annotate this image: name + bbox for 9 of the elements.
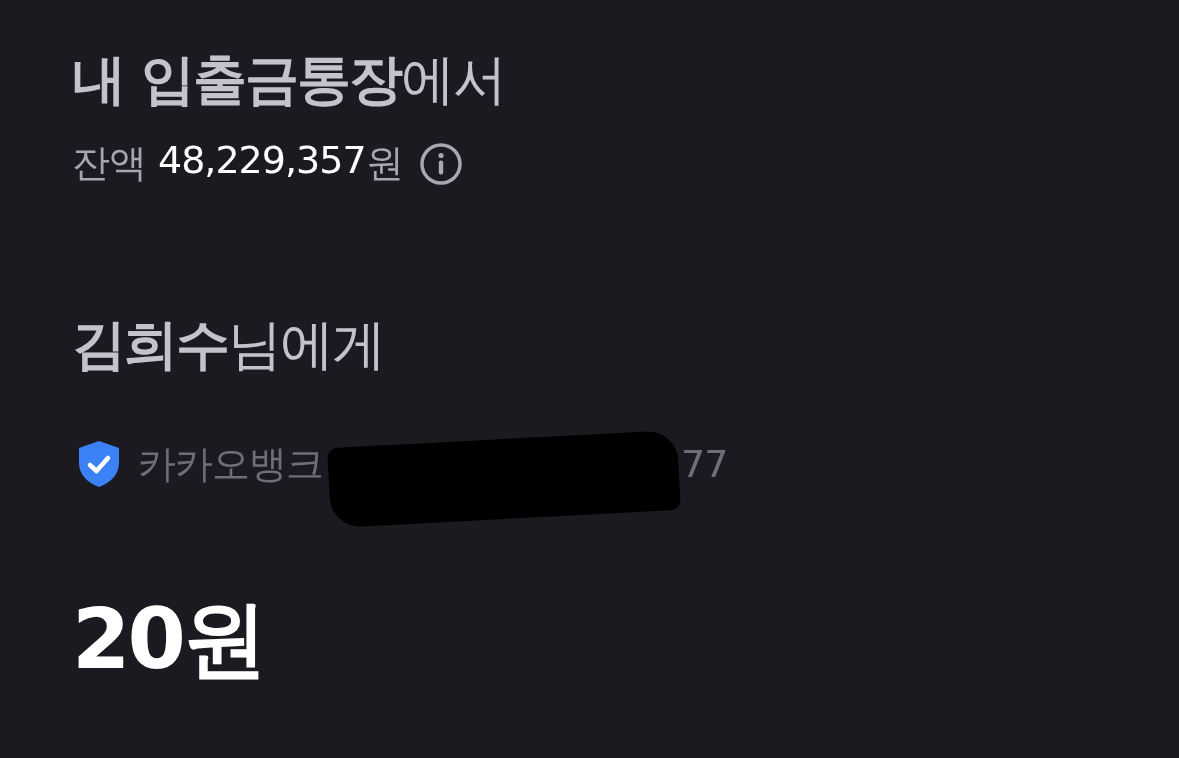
transfer-amount: 20원 [72, 589, 265, 689]
balance-amount: 48,229,357 [158, 138, 366, 184]
source-account-title: 내 입출금통장에서 [72, 47, 506, 113]
recipient-title: 김희수님에게 [72, 312, 385, 378]
info-icon[interactable] [418, 141, 463, 186]
account-number: 77 [681, 442, 728, 486]
bank-name: 카카오뱅크 [138, 440, 323, 488]
currency-unit: 원 [365, 140, 403, 187]
balance-label: 잔액 [72, 140, 146, 187]
